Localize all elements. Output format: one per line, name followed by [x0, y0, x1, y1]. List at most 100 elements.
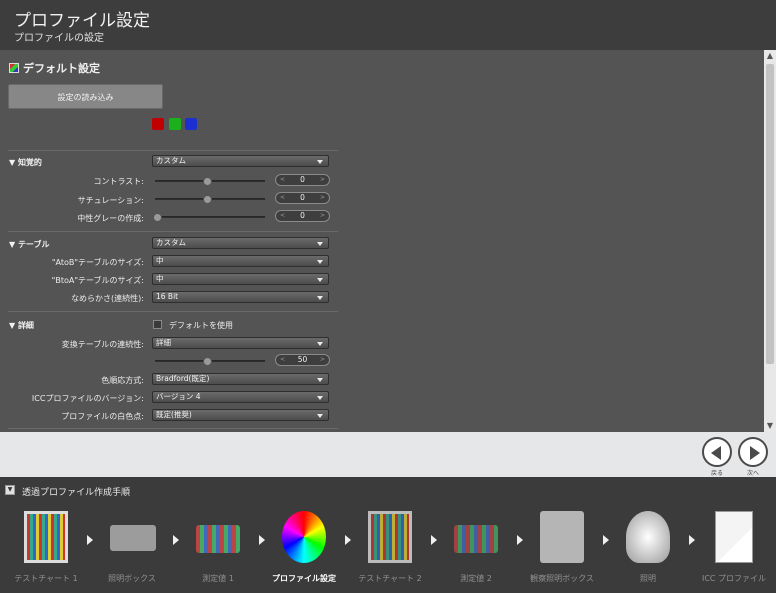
smoothness-label: なめらかさ(連続性):	[71, 294, 144, 303]
decrement-icon[interactable]: <	[280, 193, 285, 203]
workflow-bar: ▼ 透過プロファイル作成手順 テストチャート 1 照明ボックス 測定値 1 プロ…	[0, 477, 776, 593]
profile-settings-icon	[9, 63, 19, 73]
step-test-chart-2[interactable]: テストチャート 2	[350, 505, 430, 591]
slider-handle[interactable]	[203, 195, 212, 204]
red-swatch[interactable]	[152, 118, 164, 130]
chromatic-adaptation-dropdown[interactable]: Bradford(既定)	[152, 373, 329, 385]
test-chart-icon	[368, 511, 412, 563]
atob-size-dropdown[interactable]: 中	[152, 255, 329, 267]
use-default-checkbox[interactable]	[153, 320, 162, 329]
step-profile-settings[interactable]: プロファイル設定	[264, 505, 344, 591]
white-point-label: プロファイルの白色点:	[61, 412, 144, 421]
back-button[interactable]	[702, 437, 732, 467]
chevron-down-icon	[317, 342, 323, 346]
chevron-down-icon	[317, 378, 323, 382]
decrement-icon[interactable]: <	[280, 175, 285, 185]
btoa-size-label: "BtoA"テーブルのサイズ:	[51, 276, 144, 285]
contrast-slider[interactable]	[155, 177, 265, 186]
divider	[8, 231, 338, 232]
smoothness-dropdown[interactable]: 16 Bit	[152, 291, 329, 303]
collapse-toggle-icon[interactable]: ▼	[5, 485, 15, 495]
step-label: 照明ボックス	[108, 574, 156, 583]
table-section-toggle[interactable]: ▼ テーブル	[9, 239, 49, 250]
chevron-down-icon	[317, 242, 323, 246]
icc-version-label: ICCプロファイルのバージョン:	[31, 394, 144, 403]
gear-gamut-icon	[282, 511, 326, 563]
header: プロファイル設定 プロファイルの設定	[0, 0, 776, 50]
white-point-dropdown[interactable]: 既定(推奨)	[152, 409, 329, 421]
atob-size-label: "AtoB"テーブルのサイズ:	[51, 258, 144, 267]
measure-icon	[196, 525, 240, 553]
saturation-slider[interactable]	[155, 195, 265, 204]
chevron-down-icon	[317, 160, 323, 164]
measure-icon	[454, 525, 498, 553]
page-title: プロファイル設定	[14, 11, 150, 31]
step-label: 測定値 1	[202, 574, 234, 583]
decrement-icon[interactable]: <	[280, 211, 285, 221]
slider-handle[interactable]	[153, 213, 162, 222]
next-button[interactable]	[738, 437, 768, 467]
perceptual-section-toggle[interactable]: ▼ 知覚的	[9, 157, 42, 168]
increment-icon[interactable]: >	[320, 175, 325, 185]
step-icc-profile[interactable]: ICC プロファイル	[694, 505, 774, 591]
increment-icon[interactable]: >	[320, 211, 325, 221]
test-chart-icon	[24, 511, 68, 563]
continuity-stepper[interactable]: <50 >	[275, 354, 330, 366]
step-label: 観察照明ボックス	[530, 574, 594, 583]
saturation-label: サチュレーション:	[77, 196, 144, 205]
vertical-scrollbar[interactable]: ▲ ▼	[764, 50, 776, 432]
details-section-toggle[interactable]: ▼ 詳細	[9, 320, 34, 331]
increment-icon[interactable]: >	[320, 193, 325, 203]
icc-version-dropdown[interactable]: バージョン 4	[152, 391, 329, 403]
step-test-chart-1[interactable]: テストチャート 1	[6, 505, 86, 591]
neutral-gray-stepper[interactable]: <0 >	[275, 210, 330, 222]
green-swatch[interactable]	[169, 118, 181, 130]
icc-doc-icon	[715, 511, 753, 563]
step-illumination[interactable]: 照明	[608, 505, 688, 591]
load-settings-button[interactable]: 設定の読み込み	[8, 84, 163, 109]
chevron-down-icon	[317, 278, 323, 282]
page-subtitle: プロファイルの設定	[14, 33, 104, 44]
scroll-down-icon[interactable]: ▼	[764, 420, 776, 432]
light-box-icon	[110, 525, 156, 551]
increment-icon[interactable]: >	[320, 355, 325, 365]
step-label: ICC プロファイル	[701, 574, 767, 583]
navigation-bar: 戻る 次へ	[0, 432, 776, 477]
next-label: 次へ	[746, 470, 759, 477]
divider	[8, 311, 338, 312]
blue-swatch[interactable]	[185, 118, 197, 130]
scrollbar-thumb[interactable]	[766, 64, 774, 364]
step-label: テストチャート 2	[358, 574, 422, 583]
continuity-dropdown[interactable]: 詳細	[152, 337, 329, 349]
continuity-label: 変換テーブルの連続性:	[61, 340, 144, 349]
chevron-down-icon	[317, 396, 323, 400]
contrast-stepper[interactable]: <0 >	[275, 174, 330, 186]
step-viewing-booth[interactable]: 観察照明ボックス	[522, 505, 602, 591]
step-label: 測定値 2	[460, 574, 492, 583]
chromatic-adaptation-label: 色順応方式:	[101, 376, 144, 385]
btoa-size-dropdown[interactable]: 中	[152, 273, 329, 285]
slider-handle[interactable]	[203, 177, 212, 186]
saturation-stepper[interactable]: <0 >	[275, 192, 330, 204]
step-light-box[interactable]: 照明ボックス	[92, 505, 172, 591]
chevron-down-icon	[317, 260, 323, 264]
decrement-icon[interactable]: <	[280, 355, 285, 365]
step-label: プロファイル設定	[272, 574, 336, 583]
scroll-up-icon[interactable]: ▲	[764, 50, 776, 62]
viewing-box-icon	[540, 511, 584, 563]
step-measure-1[interactable]: 測定値 1	[178, 505, 258, 591]
bulb-gear-icon	[626, 511, 670, 563]
chevron-down-icon	[317, 414, 323, 418]
back-label: 戻る	[710, 470, 723, 477]
slider-handle[interactable]	[203, 357, 212, 366]
divider	[8, 428, 338, 429]
continuity-slider[interactable]	[155, 357, 265, 366]
divider	[8, 150, 338, 151]
use-default-label: デフォルトを使用	[169, 321, 233, 330]
table-mode-dropdown[interactable]: カスタム	[152, 237, 329, 249]
perceptual-mode-dropdown[interactable]: カスタム	[152, 155, 329, 167]
settings-panel: デフォルト設定 設定の読み込み ▼ 知覚的 カスタム コントラスト: <0 > サ…	[0, 50, 764, 432]
neutral-gray-slider[interactable]	[153, 213, 265, 222]
step-measure-2[interactable]: 測定値 2	[436, 505, 516, 591]
workflow-title: 透過プロファイル作成手順	[22, 488, 131, 498]
